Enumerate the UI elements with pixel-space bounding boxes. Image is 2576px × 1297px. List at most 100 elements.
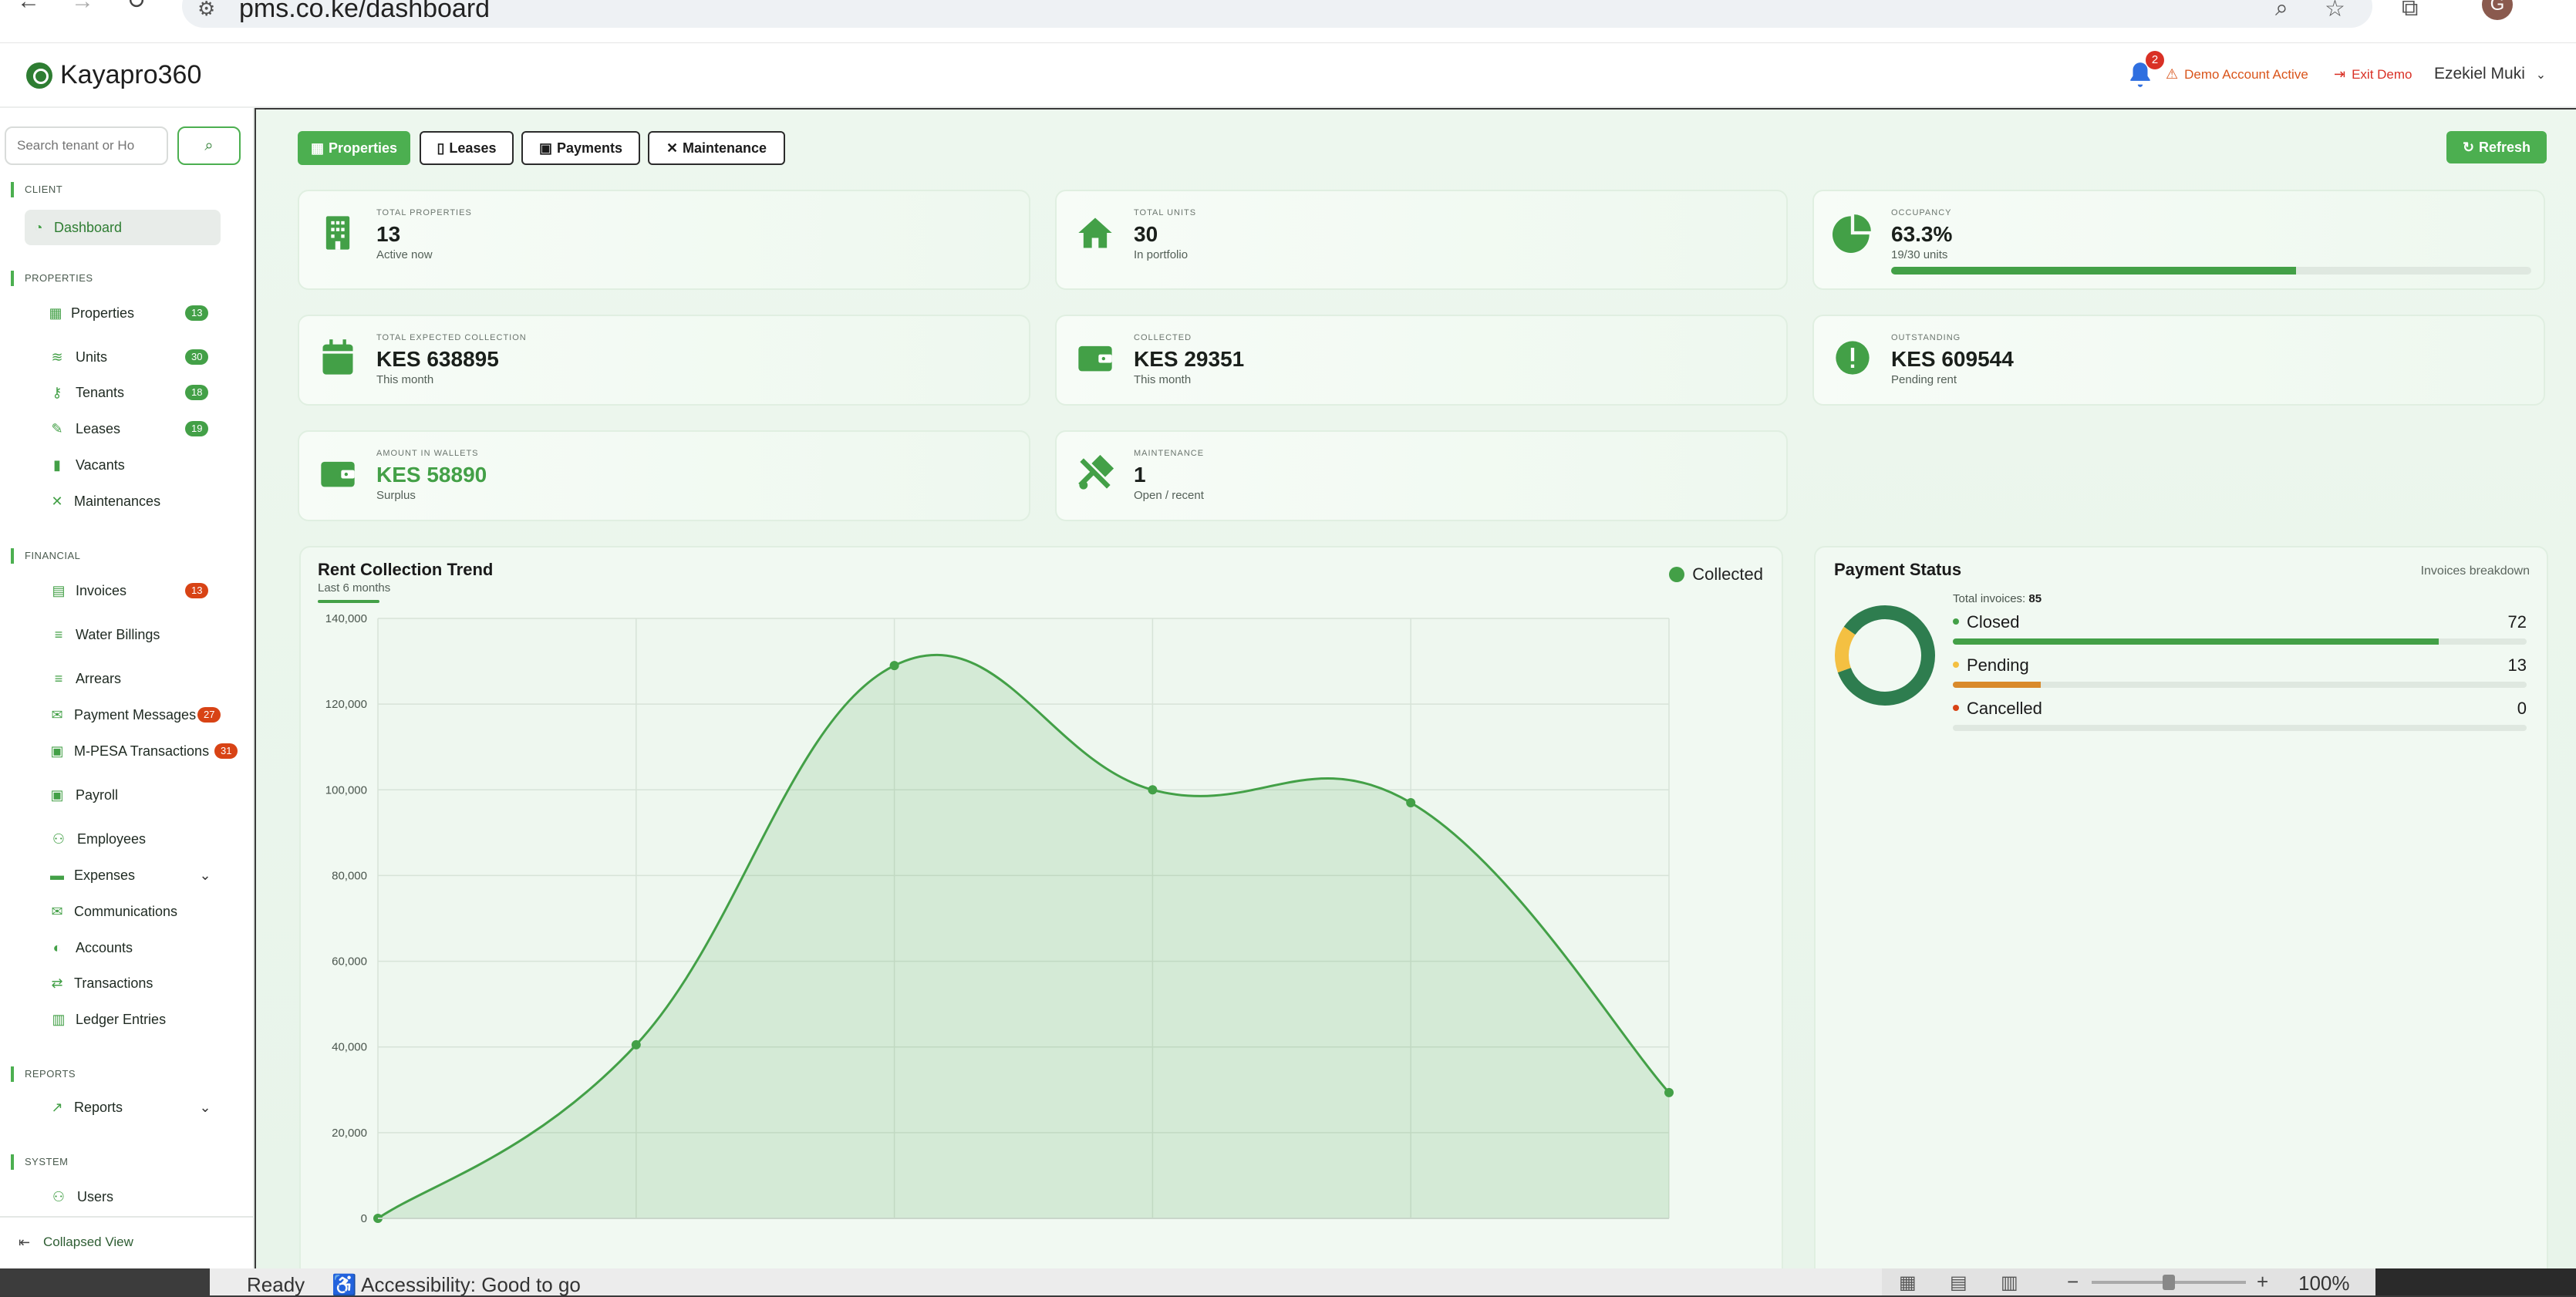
brand-logo[interactable]: Kayapro360 [26,60,201,90]
data-point [889,661,899,671]
sidebar-item-expenses[interactable]: ▬ Expenses ⌄ [0,860,255,891]
tab-label: Leases [449,140,497,156]
card-label: TOTAL UNITS [1134,208,1197,217]
chevron-down-icon: ⌄ [199,867,211,883]
sidebar-item-label: Invoices [76,582,127,598]
sidebar-item-label: Units [76,349,108,365]
sidebar-item-units[interactable]: ≋ Units 30 [0,342,255,372]
forward-icon[interactable]: → [71,0,94,13]
sidebar-item-label: Leases [76,420,121,436]
sidebar: ⌕ CLIENT ◔ Dashboard PROPERTIES ▦ Proper… [0,108,255,1268]
browser-profile-avatar[interactable]: G [2482,0,2513,20]
sidebar-item-leases[interactable]: ✎ Leases 19 [0,413,255,444]
back-icon[interactable]: ← [17,0,40,13]
card-subtext: This month [1134,373,1192,386]
status-name: Closed [1967,612,2020,632]
page-layout-icon[interactable]: ▤ [1950,1272,1967,1294]
zoom-slider-handle[interactable] [2163,1275,2175,1290]
status-bar [1953,725,2527,731]
y-tick-label: 0 [361,1212,367,1225]
sidebar-item-users[interactable]: ⚇ Users [0,1181,255,1212]
zoom-icon[interactable]: ⌕ [2275,0,2288,22]
site-info-icon[interactable]: ⚙ [197,0,219,20]
card-occupancy: OCCUPANCY 63.3% 19/30 units [1812,190,2545,290]
sidebar-item-employees[interactable]: ⚇ Employees [0,824,255,854]
sidebar-item-label: M-PESA Transactions [74,743,210,759]
search-button[interactable]: ⌕ [177,126,241,165]
card-value: 1 [1134,463,1146,487]
exit-demo-link[interactable]: ⇥ Exit Demo [2334,66,2412,83]
sidebar-item-ledger-entries[interactable]: ▥ Ledger Entries [0,1004,255,1035]
card-total-properties: TOTAL PROPERTIES 13 Active now [298,190,1030,290]
total-invoices: Total invoices: 85 [1953,592,2042,605]
tab-maintenance[interactable]: ✕ Maintenance [648,131,785,165]
sidebar-item-reports[interactable]: ↗ Reports ⌄ [0,1092,255,1123]
sidebar-item-water-billings[interactable]: ≡ Water Billings [0,619,255,650]
sidebar-item-tenants[interactable]: ⚷ Tenants 18 [0,377,255,408]
sidebar-item-label: Properties [71,305,135,321]
sidebar-item-arrears[interactable]: ≡ Arrears [0,663,255,694]
envelope-icon: ✉ [51,904,63,919]
search-input[interactable] [5,126,168,165]
sidebar-item-mpesa-transactions[interactable]: ▣ M-PESA Transactions 31 [0,736,255,766]
dashboard-icon: ◔ [34,220,43,235]
reload-icon[interactable]: ↻ [126,0,146,13]
tab-properties[interactable]: ▦ Properties [298,131,410,165]
card-wallets: AMOUNT IN WALLETS KES 58890 Surplus [298,430,1030,521]
sidebar-item-maintenances[interactable]: ✕ Maintenances [0,486,255,517]
zoom-slider[interactable] [2092,1275,2246,1290]
bookmark-star-icon[interactable]: ☆ [2325,0,2345,22]
card-maintenance: MAINTENANCE 1 Open / recent [1055,430,1788,521]
count-badge: 31 [214,743,238,759]
status-bar: Ready ♿ Accessibility: Good to go ▦ ▤ ▥ … [0,1268,2576,1297]
sidebar-item-payroll[interactable]: ▣ Payroll [0,780,255,810]
card-subtext: Open / recent [1134,489,1204,502]
card-label: OUTSTANDING [1891,333,1961,342]
page-break-icon[interactable]: ▥ [2001,1272,2018,1294]
sidebar-item-vacants[interactable]: ▮ Vacants [0,450,255,480]
normal-view-icon[interactable]: ▦ [1899,1272,1917,1294]
status-bar-right [2375,1268,2576,1295]
total-invoices-label: Total invoices: [1953,592,2026,605]
card-label: TOTAL PROPERTIES [376,208,472,217]
status-dot [1953,662,1959,668]
url-text[interactable]: pms.co.ke/dashboard [239,0,490,24]
sidebar-item-payment-messages[interactable]: ✉ Payment Messages 27 [0,699,255,730]
money-icon: ▣ [50,743,64,759]
sidebar-item-invoices[interactable]: ▤ Invoices 13 [0,575,255,606]
sidebar-item-communications[interactable]: ✉ Communications [0,896,255,927]
y-tick-label: 40,000 [332,1041,367,1054]
status-name: Cancelled [1967,699,2042,718]
sidebar-item-accounts[interactable]: ◐ Accounts [0,932,255,963]
accessibility-status[interactable]: ♿ Accessibility: Good to go [332,1273,581,1297]
sidebar-item-dashboard[interactable]: ◔ Dashboard [0,212,255,243]
title-underline [318,600,379,603]
door-icon: ▮ [53,457,61,473]
status-name: Pending [1967,655,2029,675]
payment-status-panel: Payment Status Invoices breakdown Total … [1814,546,2548,1268]
total-invoices-value: 85 [2028,592,2042,605]
sidebar-item-properties[interactable]: ▦ Properties 13 [0,298,255,328]
chevron-down-icon: ⌄ [199,1100,211,1115]
chart-legend[interactable]: Collected [1669,564,1763,584]
zoom-in-icon[interactable]: + [2257,1270,2268,1294]
data-point [1406,797,1416,807]
sidebar-item-label: Payment Messages [74,706,197,723]
status-count: 13 [2507,655,2527,675]
user-menu[interactable]: Ezekiel Muki ⌄ [2434,65,2546,83]
accessibility-text: Accessibility: Good to go [361,1273,581,1296]
tab-payments[interactable]: ▣ Payments [521,131,640,165]
card-expected-collection: TOTAL EXPECTED COLLECTION KES 638895 Thi… [298,315,1030,406]
sidebar-item-transactions[interactable]: ⇄ Transactions [0,968,255,999]
zoom-out-icon[interactable]: − [2067,1270,2079,1294]
extensions-icon[interactable]: ⧉ [2402,0,2418,22]
card-label: OCCUPANCY [1891,208,1952,217]
app-header: Kayapro360 2 ⚠ Demo Account Active ⇥ Exi… [0,43,2576,108]
address-bar[interactable] [182,0,2372,28]
zoom-level[interactable]: 100% [2298,1272,2350,1295]
refresh-button[interactable]: ↻ Refresh [2446,131,2547,163]
tab-leases[interactable]: ▯ Leases [420,131,514,165]
shuffle-icon: ⇄ [51,975,63,991]
collapsed-view-toggle[interactable]: ⇤ Collapsed View [0,1216,255,1268]
rent-collection-trend-panel: 0 20,000 40,000 60,000 80,000 100,000 120,000 1… [299,546,1783,1268]
